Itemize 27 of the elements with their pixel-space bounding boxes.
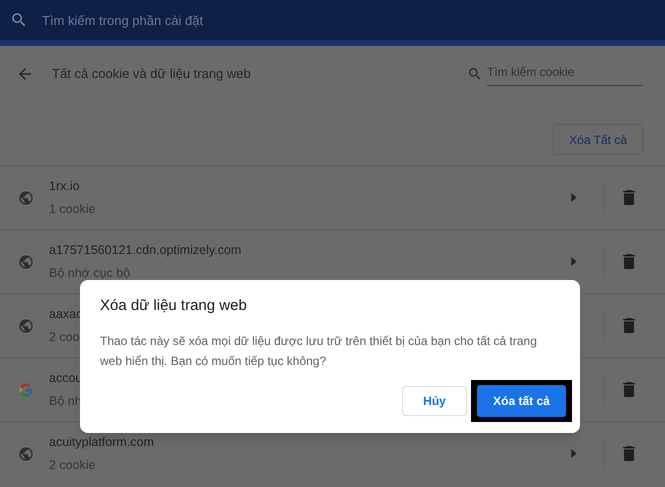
confirm-button[interactable]: Xóa tất cả	[477, 384, 566, 416]
trash-icon[interactable]	[623, 254, 635, 269]
trash-icon[interactable]	[623, 318, 635, 333]
remove-all-button[interactable]: Xóa Tất cả	[553, 124, 643, 155]
dialog-title: Xóa dữ liệu trang web	[100, 296, 248, 316]
page-title: Tất cả cookie và dữ liệu trang web	[52, 65, 251, 84]
globe-icon	[18, 254, 34, 270]
search-icon	[467, 66, 483, 82]
site-name: a17571560121.cdn.optimizely.com	[49, 242, 242, 259]
search-icon	[10, 11, 28, 29]
trash-icon[interactable]	[623, 382, 635, 397]
google-g-icon	[18, 382, 34, 398]
dialog-message: Thao tác này sẽ xóa mọi dữ liệu được lưu trữ trên thiết bị của bạn cho tất cả trang web hiển thị. Bạn có muốn tiếp tục không?	[100, 332, 538, 370]
search-field[interactable]: Tìm kiếm trong phần cài đặt	[0, 0, 665, 40]
trash-icon[interactable]	[623, 190, 635, 205]
site-name: acuityplatform.com	[49, 434, 154, 451]
cancel-button[interactable]: Hủy	[402, 386, 467, 416]
trash-icon[interactable]	[623, 446, 635, 461]
expand-arrow-icon[interactable]	[571, 449, 577, 458]
globe-icon	[18, 446, 34, 462]
expand-arrow-icon[interactable]	[571, 193, 577, 202]
search-input[interactable]: Tìm kiếm trong phần cài đặt	[42, 0, 442, 40]
globe-icon	[18, 190, 34, 206]
site-name: 1rx.io	[49, 178, 81, 195]
globe-icon	[18, 318, 34, 334]
expand-arrow-icon[interactable]	[571, 257, 577, 266]
cookie-search-field[interactable]: Tìm kiếm cookie	[487, 62, 643, 86]
